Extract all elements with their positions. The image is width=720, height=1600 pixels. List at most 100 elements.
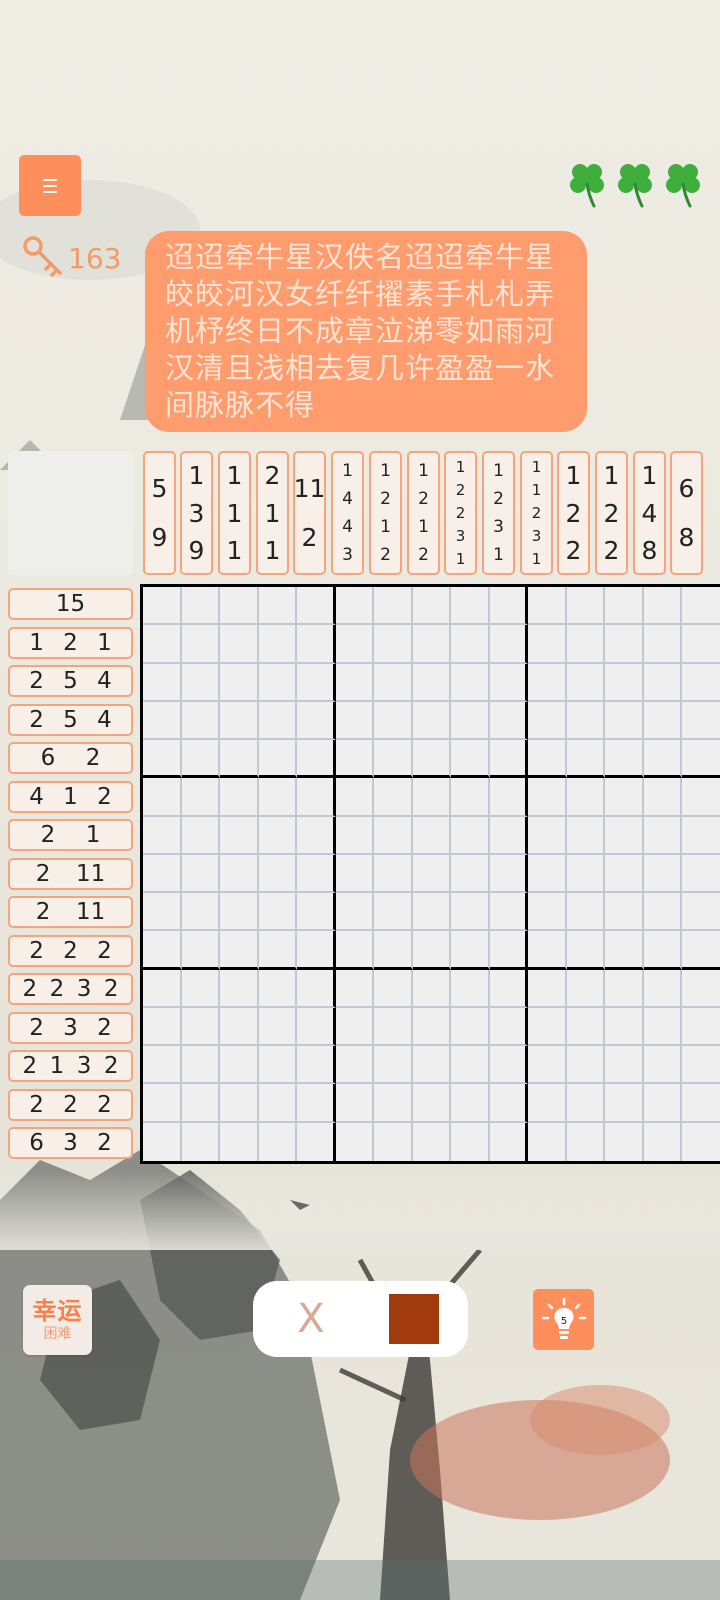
grid-cell[interactable] xyxy=(643,969,683,1008)
grid-cell[interactable] xyxy=(605,1007,644,1047)
grid-cell[interactable] xyxy=(643,816,683,855)
grid-cell[interactable] xyxy=(258,1046,298,1085)
grid-cell[interactable] xyxy=(566,587,606,626)
grid-cell[interactable] xyxy=(335,931,375,970)
grid-cell[interactable] xyxy=(297,854,336,894)
grid-cell[interactable] xyxy=(374,931,413,970)
grid-cell[interactable] xyxy=(258,1084,298,1123)
grid-cell[interactable] xyxy=(643,740,683,779)
grid-cell[interactable] xyxy=(682,1123,720,1161)
grid-cell[interactable] xyxy=(412,816,452,855)
grid-cell[interactable] xyxy=(335,1084,375,1123)
grid-cell[interactable] xyxy=(297,778,336,817)
grid-cell[interactable] xyxy=(258,1007,298,1047)
grid-cell[interactable] xyxy=(335,701,375,741)
grid-cell[interactable] xyxy=(412,740,452,779)
grid-cell[interactable] xyxy=(605,969,644,1008)
grid-cell[interactable] xyxy=(682,587,720,626)
grid-cell[interactable] xyxy=(335,969,375,1008)
grid-cell[interactable] xyxy=(335,625,375,664)
grid-cell[interactable] xyxy=(489,893,529,932)
grid-cell[interactable] xyxy=(182,1122,221,1161)
grid-cell[interactable] xyxy=(335,816,375,855)
grid-cell[interactable] xyxy=(335,778,375,817)
grid-cell[interactable] xyxy=(220,1084,259,1123)
grid-cell[interactable] xyxy=(682,740,720,779)
grid-cell[interactable] xyxy=(489,1007,529,1047)
grid-cell[interactable] xyxy=(566,854,606,894)
grid-cell[interactable] xyxy=(451,1122,490,1161)
grid-cell[interactable] xyxy=(143,931,182,970)
grid-cell[interactable] xyxy=(374,1084,413,1123)
grid-cell[interactable] xyxy=(566,1046,606,1085)
grid-cell[interactable] xyxy=(220,778,259,817)
grid-cell[interactable] xyxy=(181,587,221,626)
grid-cell[interactable] xyxy=(259,1122,298,1161)
grid-cell[interactable] xyxy=(220,587,259,626)
grid-cell[interactable] xyxy=(451,893,490,932)
lucky-difficulty-button[interactable]: 幸运 困难 xyxy=(23,1285,92,1355)
grid-cell[interactable] xyxy=(258,816,298,855)
grid-cell[interactable] xyxy=(143,1084,182,1123)
grid-cell[interactable] xyxy=(528,778,567,817)
grid-cell[interactable] xyxy=(489,625,529,664)
grid-cell[interactable] xyxy=(335,740,375,779)
grid-cell[interactable] xyxy=(181,663,221,702)
grid-cell[interactable] xyxy=(374,740,413,779)
grid-cell[interactable] xyxy=(489,701,529,741)
grid-cell[interactable] xyxy=(682,855,720,894)
grid-cell[interactable] xyxy=(258,931,298,970)
grid-cell[interactable] xyxy=(335,854,375,894)
grid-cell[interactable] xyxy=(412,587,452,626)
grid-cell[interactable] xyxy=(451,1046,490,1085)
grid-cell[interactable] xyxy=(297,931,336,970)
grid-cell[interactable] xyxy=(258,663,298,702)
grid-cell[interactable] xyxy=(297,1122,336,1161)
grid-cell[interactable] xyxy=(451,816,490,855)
grid-cell[interactable] xyxy=(528,969,567,1008)
grid-cell[interactable] xyxy=(605,1122,644,1161)
grid-cell[interactable] xyxy=(605,701,644,741)
grid-cell[interactable] xyxy=(143,701,182,741)
grid-cell[interactable] xyxy=(297,816,336,855)
grid-cell[interactable] xyxy=(258,587,298,626)
grid-cell[interactable] xyxy=(528,740,567,779)
grid-cell[interactable] xyxy=(335,1046,375,1085)
grid-cell[interactable] xyxy=(528,663,567,702)
grid-cell[interactable] xyxy=(220,1122,259,1161)
grid-cell[interactable] xyxy=(489,931,529,970)
grid-cell[interactable] xyxy=(566,816,606,855)
grid-cell[interactable] xyxy=(181,969,221,1008)
grid-cell[interactable] xyxy=(258,893,298,932)
grid-cell[interactable] xyxy=(528,587,567,626)
grid-cell[interactable] xyxy=(682,817,720,855)
grid-cell[interactable] xyxy=(220,893,259,932)
grid-cell[interactable] xyxy=(451,1084,490,1123)
grid-cell[interactable] xyxy=(335,663,375,702)
grid-cell[interactable] xyxy=(489,778,529,817)
grid-cell[interactable] xyxy=(528,1046,567,1085)
grid-cell[interactable] xyxy=(489,969,529,1008)
grid-cell[interactable] xyxy=(181,625,221,664)
grid-cell[interactable] xyxy=(220,663,259,702)
grid-cell[interactable] xyxy=(220,854,259,894)
grid-cell[interactable] xyxy=(412,893,452,932)
grid-cell[interactable] xyxy=(605,1084,644,1123)
grid-cell[interactable] xyxy=(643,701,683,741)
grid-cell[interactable] xyxy=(605,931,644,970)
grid-cell[interactable] xyxy=(143,778,182,817)
grid-cell[interactable] xyxy=(374,587,413,626)
grid-cell[interactable] xyxy=(528,1084,567,1123)
grid-cell[interactable] xyxy=(528,1007,567,1047)
grid-cell[interactable] xyxy=(489,854,529,894)
grid-cell[interactable] xyxy=(143,816,182,855)
grid-cell[interactable] xyxy=(335,893,375,932)
grid-cell[interactable] xyxy=(181,740,221,779)
grid-cell[interactable] xyxy=(682,702,720,741)
grid-cell[interactable] xyxy=(374,625,413,664)
grid-cell[interactable] xyxy=(682,625,720,664)
grid-cell[interactable] xyxy=(566,740,606,779)
grid-cell[interactable] xyxy=(181,1046,221,1085)
grid-cell[interactable] xyxy=(451,587,490,626)
grid-cell[interactable] xyxy=(489,1046,529,1085)
